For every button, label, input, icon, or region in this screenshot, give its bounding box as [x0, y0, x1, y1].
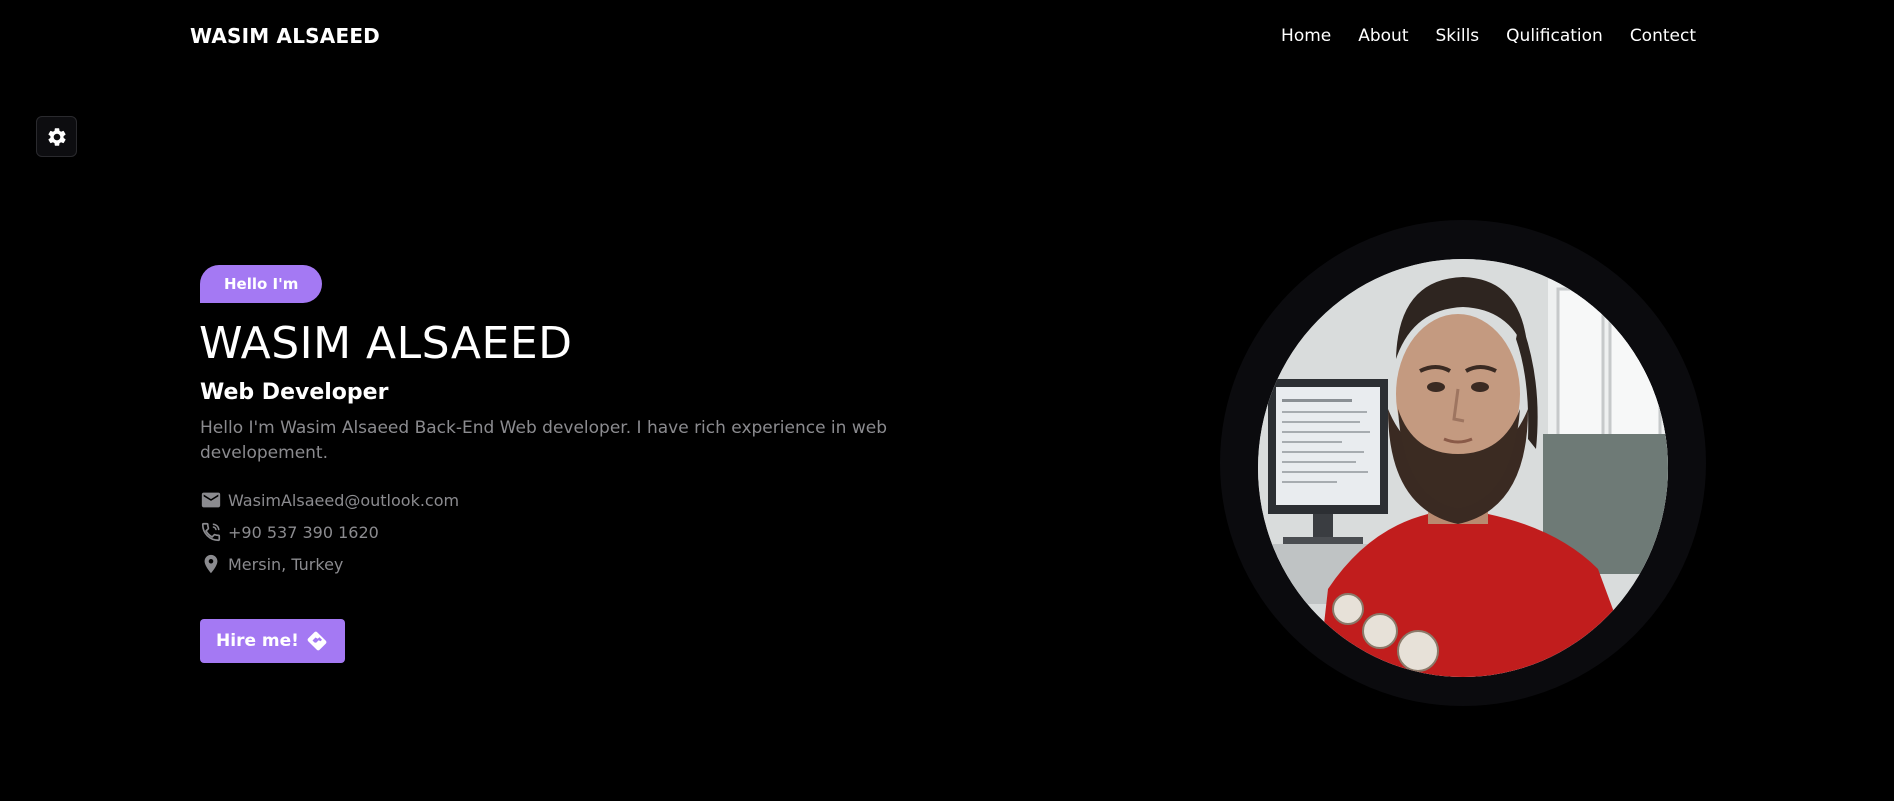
contact-location-text: Mersin, Turkey	[228, 554, 344, 574]
contact-email: WasimAlsaeed@outlook.com	[200, 484, 459, 516]
contact-phone: +90 537 390 1620	[200, 516, 459, 548]
nav-skills[interactable]: Skills	[1436, 26, 1480, 46]
location-pin-icon	[200, 553, 222, 575]
nav-home[interactable]: Home	[1281, 26, 1331, 46]
greeting-badge: Hello I'm	[200, 265, 323, 303]
contact-location: Mersin, Turkey	[200, 548, 459, 580]
contact-phone-text[interactable]: +90 537 390 1620	[228, 523, 379, 542]
main-nav: Home About Skills Qulification Contect	[1254, 26, 1696, 46]
contact-list: WasimAlsaeed@outlook.com +90 537 390 162…	[200, 484, 459, 580]
nav-about[interactable]: About	[1358, 26, 1408, 46]
gear-icon	[47, 127, 66, 146]
hero-role: Web Developer	[200, 380, 389, 405]
phone-icon	[200, 521, 222, 543]
contact-email-text[interactable]: WasimAlsaeed@outlook.com	[228, 491, 459, 510]
nav-contact[interactable]: Contect	[1630, 26, 1696, 46]
page: WASIM ALSAEED Home About Skills Qulifica…	[0, 0, 1894, 801]
hire-me-button[interactable]: Hire me!	[200, 619, 345, 663]
nav-qualification[interactable]: Qulification	[1506, 26, 1603, 46]
hire-me-label: Hire me!	[216, 631, 299, 651]
hero-description: Hello I'm Wasim Alsaeed Back-End Web dev…	[200, 418, 887, 463]
brand-logo[interactable]: WASIM ALSAEED	[190, 24, 380, 48]
settings-button[interactable]	[36, 116, 77, 157]
handshake-icon	[307, 631, 327, 651]
hero-name: WASIM ALSAEED	[199, 318, 573, 369]
mail-icon	[200, 489, 222, 511]
profile-photo	[1258, 259, 1668, 677]
